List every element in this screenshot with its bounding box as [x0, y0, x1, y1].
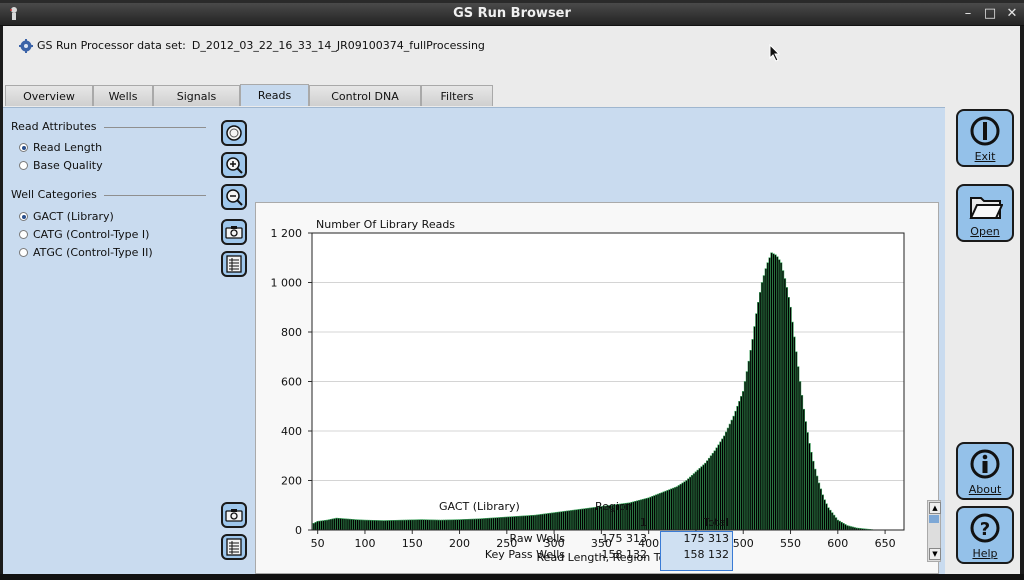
- exit-label: Exit: [974, 150, 996, 163]
- radio-atgc-control-type-ii[interactable]: ATGC (Control-Type II): [19, 246, 153, 259]
- table-icon: [226, 255, 242, 273]
- scroll-down-icon[interactable]: ▼: [929, 548, 941, 560]
- radio-selected-icon: [19, 212, 28, 221]
- table-view-button[interactable]: [221, 251, 247, 277]
- mouse-cursor-icon: [769, 44, 781, 62]
- maximize-icon[interactable]: □: [982, 6, 998, 22]
- help-label: Help: [972, 547, 998, 560]
- tab-wells[interactable]: Wells: [93, 85, 153, 106]
- table-snapshot-button[interactable]: [221, 502, 247, 528]
- radio-label: GACT (Library): [33, 210, 114, 223]
- stats-cell-total: 158 132: [683, 548, 730, 561]
- stats-category: GACT (Library): [439, 500, 520, 513]
- x-tick-label: 550: [780, 537, 801, 550]
- exit-button[interactable]: Exit: [956, 109, 1014, 167]
- reset-zoom-icon: [226, 125, 242, 141]
- zoom-in-button[interactable]: [221, 152, 247, 178]
- y-tick-label: 400: [281, 425, 302, 438]
- x-tick-label: 500: [733, 537, 754, 550]
- radio-label: ATGC (Control-Type II): [33, 246, 153, 259]
- reset-zoom-button[interactable]: [221, 120, 247, 146]
- tab-overview[interactable]: Overview: [5, 85, 93, 106]
- y-tick-label: 0: [295, 524, 302, 537]
- well-categories-title: Well Categories: [11, 188, 97, 201]
- stats-col-total: Total: [703, 516, 729, 529]
- x-tick-label: 650: [875, 537, 896, 550]
- radio-base-quality[interactable]: Base Quality: [19, 159, 103, 172]
- chart-title: Number Of Library Reads: [316, 218, 455, 231]
- close-icon[interactable]: ✕: [1004, 6, 1020, 22]
- desktop-bottom-strip: [0, 574, 1024, 580]
- open-label: Open: [970, 225, 1000, 238]
- divider: [104, 127, 206, 128]
- radio-catg-control-type-i[interactable]: CATG (Control-Type I): [19, 228, 149, 241]
- window-title: GS Run Browser: [453, 6, 571, 21]
- stats-cell-total: 175 313: [683, 532, 730, 545]
- radio-read-length[interactable]: Read Length: [19, 141, 102, 154]
- stats-row-label: Raw Wells: [509, 532, 565, 545]
- divider: [104, 195, 206, 196]
- folder-icon: [969, 197, 1003, 219]
- app-client-area: GS Run Processor data set: D_2012_03_22_1…: [3, 26, 1020, 575]
- tab-signals[interactable]: Signals: [153, 85, 240, 106]
- window-titlebar[interactable]: GS Run Browser – □ ✕: [0, 3, 1024, 26]
- snapshot-icon: [225, 226, 243, 239]
- x-tick-label: 50: [311, 537, 325, 550]
- radio-label: CATG (Control-Type I): [33, 228, 150, 241]
- radio-label: Base Quality: [33, 159, 103, 172]
- snapshot-icon: [225, 509, 243, 522]
- open-button[interactable]: Open: [956, 184, 1014, 242]
- stats-cell: 175 313: [601, 532, 648, 545]
- radio-gact-library[interactable]: GACT (Library): [19, 210, 114, 223]
- y-tick-label: 800: [281, 326, 302, 339]
- stats-region-header: Region: [595, 500, 633, 513]
- radio-icon: [19, 230, 28, 239]
- stats-scrollbar[interactable]: ▲ ▼: [927, 500, 941, 562]
- about-button[interactable]: About: [956, 442, 1014, 500]
- snapshot-button[interactable]: [221, 219, 247, 245]
- radio-icon: [19, 248, 28, 257]
- help-icon: ?: [970, 513, 1000, 543]
- gear-icon: [19, 39, 33, 53]
- dataset-label: GS Run Processor data set:: [37, 39, 186, 52]
- tab-filters[interactable]: Filters: [421, 85, 493, 106]
- radio-label: Read Length: [33, 141, 103, 154]
- info-icon: [970, 449, 1000, 479]
- tab-reads[interactable]: Reads: [240, 84, 309, 106]
- radio-selected-icon: [19, 143, 28, 152]
- dataset-value: D_2012_03_22_16_33_14_JR09100374_fullPro…: [191, 39, 485, 52]
- stats-col-1: 1: [640, 516, 647, 529]
- reads-panel: Read Attributes Read Length Base Quality…: [3, 107, 945, 575]
- histogram-panel: 0 200 400 600 800 1 000 1 200 50 100 150 200 250 300…: [255, 202, 939, 574]
- exit-icon: [970, 116, 1000, 146]
- stats-row-label: Key Pass Wells: [484, 548, 565, 561]
- dataset-line: GS Run Processor data set: D_2012_03_22_1…: [19, 39, 485, 53]
- x-tick-label: 600: [827, 537, 848, 550]
- y-tick-label: 1 000: [271, 277, 303, 290]
- radio-icon: [19, 161, 28, 170]
- x-tick-label: 100: [354, 537, 375, 550]
- x-tick-label: 150: [402, 537, 423, 550]
- about-label: About: [968, 483, 1002, 496]
- stats-cell: 158 132: [601, 548, 648, 561]
- scroll-up-icon[interactable]: ▲: [929, 502, 941, 514]
- y-tick-label: 200: [281, 475, 302, 488]
- y-tick-label: 600: [281, 376, 302, 389]
- y-tick-label: 1 200: [271, 227, 303, 240]
- zoom-out-icon: [226, 189, 243, 206]
- scroll-thumb[interactable]: [929, 515, 939, 523]
- table-export-button[interactable]: [221, 534, 247, 560]
- help-button[interactable]: ? Help: [956, 506, 1014, 564]
- svg-text:?: ?: [980, 519, 990, 540]
- zoom-in-icon: [226, 157, 243, 174]
- read-attributes-title: Read Attributes: [11, 120, 97, 133]
- zoom-out-button[interactable]: [221, 184, 247, 210]
- minimize-icon[interactable]: –: [960, 6, 976, 22]
- tab-control-dna[interactable]: Control DNA: [309, 85, 421, 106]
- table-icon: [226, 538, 242, 556]
- read-length-histogram[interactable]: 02004006008001 0001 20050 100 150 200 250 300…: [256, 203, 938, 573]
